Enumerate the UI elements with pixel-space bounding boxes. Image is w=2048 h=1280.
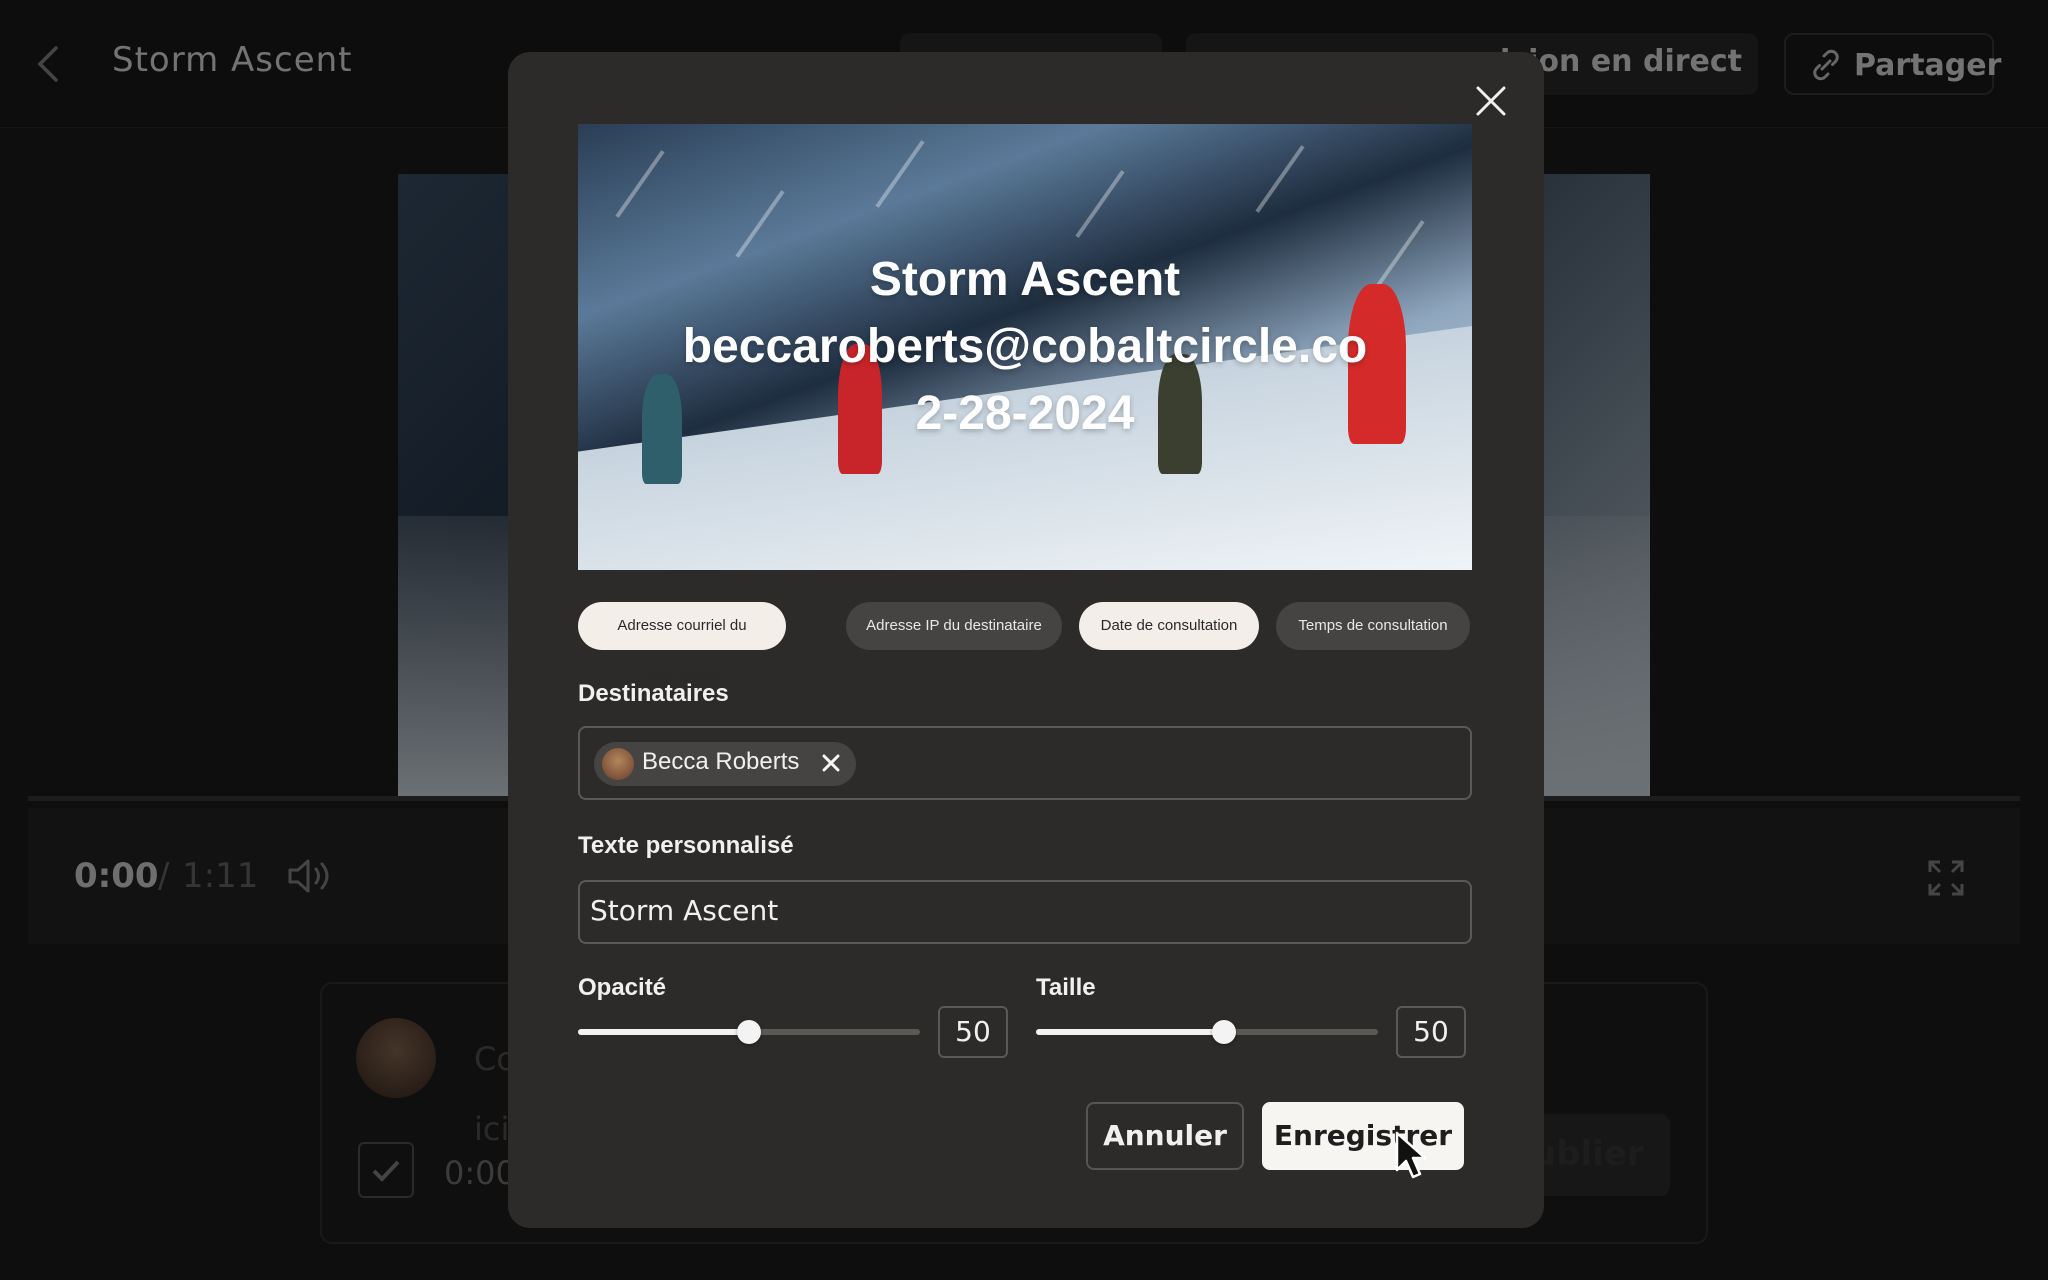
size-slider-fill — [1036, 1029, 1224, 1035]
watermark-text: Storm Ascent beccaroberts@cobaltcircle.c… — [578, 246, 1472, 447]
close-icon — [1476, 86, 1506, 116]
custom-text-label: Texte personnalisé — [578, 832, 794, 859]
remove-recipient-button[interactable] — [820, 752, 842, 779]
chip-view-date[interactable]: Date de consultation — [1079, 602, 1259, 650]
watermark-line-email: beccaroberts@cobaltcircle.co — [682, 320, 1368, 373]
watermark-line-date: 2-28-2024 — [915, 387, 1135, 440]
recipient-name: Becca Roberts — [642, 748, 800, 775]
opacity-slider-fill — [578, 1029, 749, 1035]
recipients-label: Destinataires — [578, 680, 729, 707]
opacity-value-input[interactable]: 50 — [938, 1006, 1008, 1058]
size-label: Taille — [1036, 974, 1096, 1001]
chip-recipient-ip[interactable]: Adresse IP du destinataire — [846, 602, 1062, 650]
opacity-slider-thumb[interactable] — [737, 1020, 761, 1044]
close-icon — [822, 754, 840, 772]
chip-view-time[interactable]: Temps de consultation — [1276, 602, 1470, 650]
chip-recipient-email[interactable]: Adresse courriel du destinataire — [578, 602, 786, 682]
custom-text-value: Storm Ascent — [590, 894, 779, 927]
cancel-button[interactable]: Annuler — [1086, 1102, 1244, 1170]
mouse-pointer-icon — [1394, 1130, 1430, 1187]
opacity-label: Opacité — [578, 974, 667, 1001]
size-slider-thumb[interactable] — [1212, 1020, 1236, 1044]
watermark-line-title: Storm Ascent — [869, 253, 1181, 306]
close-button[interactable] — [1474, 84, 1508, 118]
size-value-input[interactable]: 50 — [1396, 1006, 1466, 1058]
recipient-avatar — [602, 748, 634, 780]
save-button[interactable]: Enregistrer — [1262, 1102, 1464, 1170]
